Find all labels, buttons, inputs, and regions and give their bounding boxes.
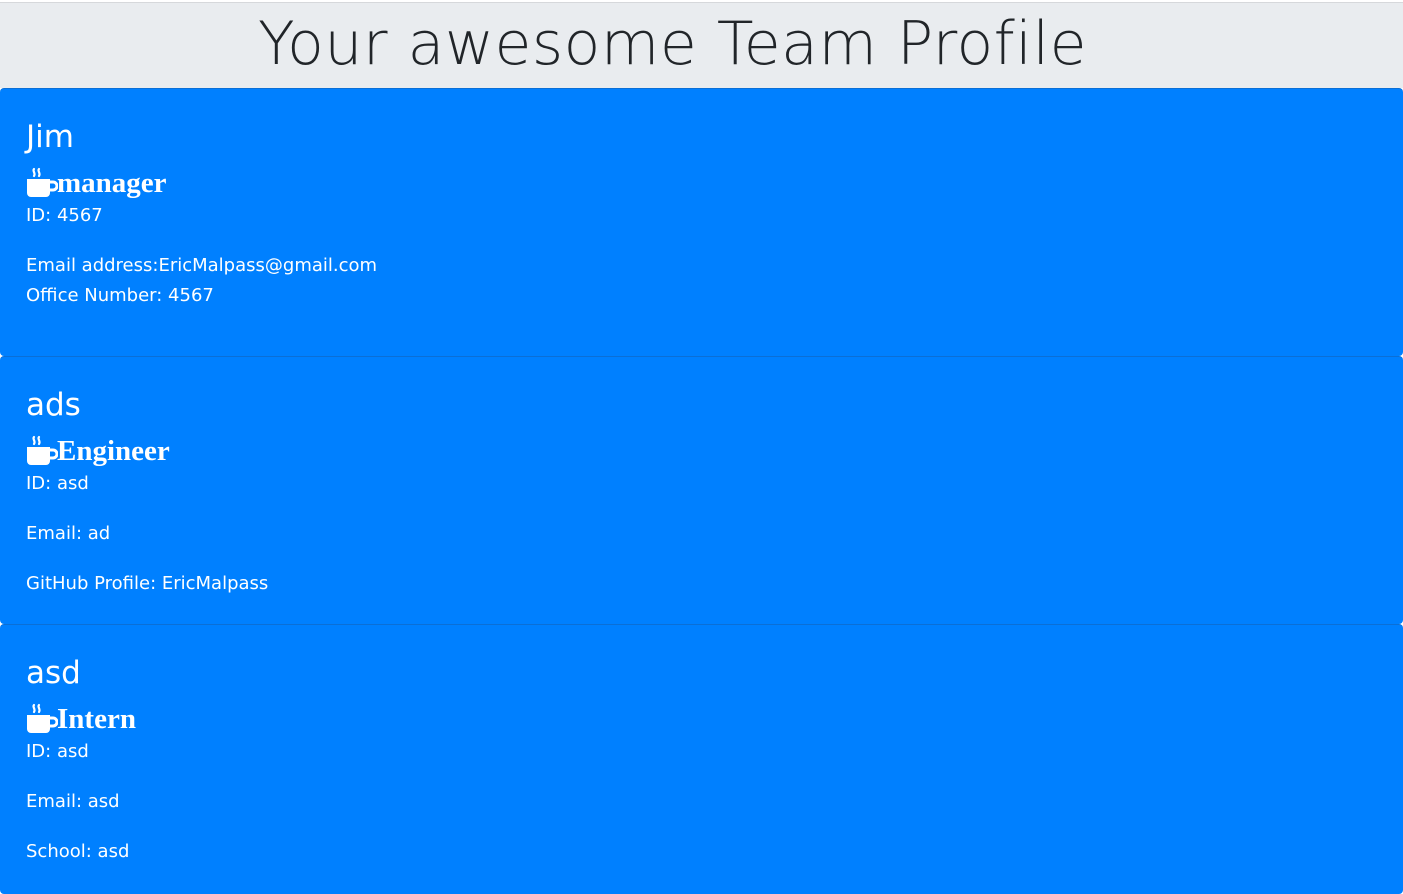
employee-name: Jim	[26, 119, 74, 155]
role-label: Intern	[57, 703, 136, 735]
employee-role: manager	[26, 167, 167, 199]
page-header: Your awesome Team Profile	[0, 2, 1403, 88]
role-label: manager	[57, 167, 167, 199]
employee-email: Email: ad	[26, 523, 111, 544]
school: School: asd	[26, 841, 130, 862]
employee-card-engineer: ads Engineer ID: asd Email: ad GitHub Pr…	[0, 356, 1403, 624]
employee-card-manager: Jim manager ID: 4567 Email address:EricM…	[0, 88, 1403, 356]
employee-id: ID: asd	[26, 741, 89, 762]
employee-name: ads	[26, 387, 81, 423]
employee-role: Engineer	[26, 435, 170, 467]
employee-email: Email address:EricMalpass@gmail.com	[26, 255, 378, 276]
mug-hot-icon	[27, 435, 58, 465]
employee-role: Intern	[26, 703, 136, 735]
mug-hot-icon	[27, 167, 58, 197]
mug-hot-icon	[27, 703, 58, 733]
employee-name: asd	[26, 655, 81, 691]
role-label: Engineer	[57, 435, 170, 467]
page-title: Your awesome Team Profile	[258, 9, 1088, 79]
employee-card-intern: asd Intern ID: asd Email: asd School: as…	[0, 624, 1403, 894]
github-profile: GitHub Profile: EricMalpass	[26, 573, 269, 594]
office-number: Office Number: 4567	[26, 285, 214, 306]
employee-id: ID: asd	[26, 473, 89, 494]
employee-id: ID: 4567	[26, 205, 103, 226]
employee-email: Email: asd	[26, 791, 120, 812]
